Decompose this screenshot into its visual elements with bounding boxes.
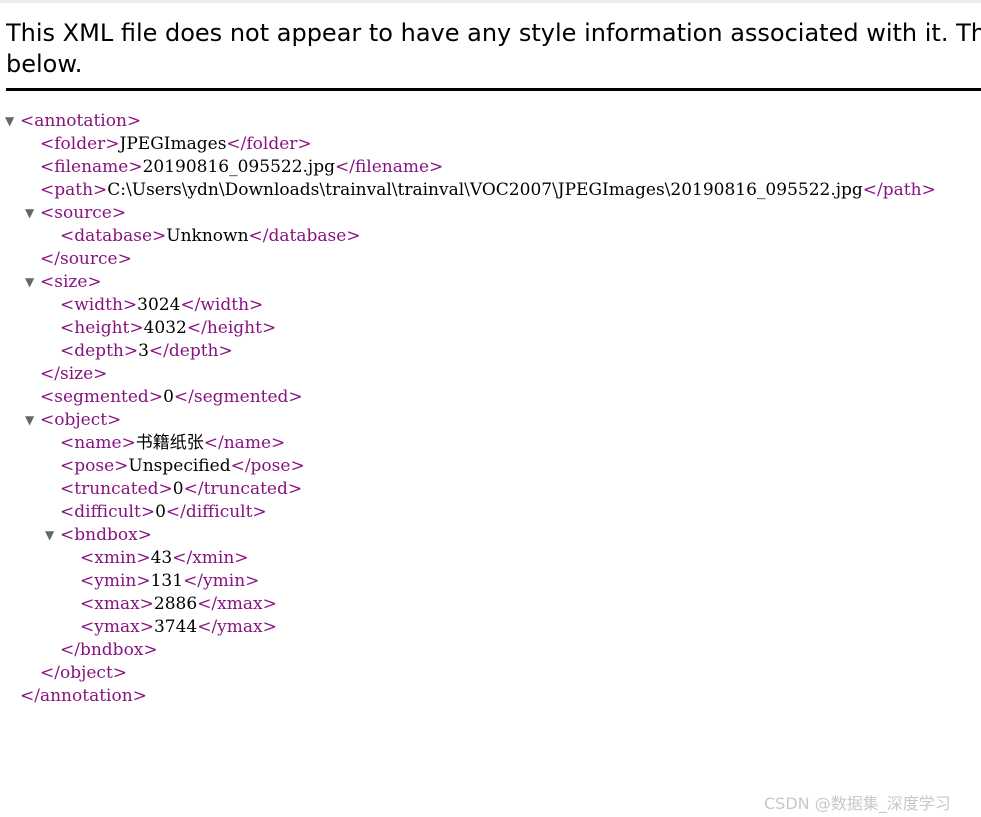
- difficult-value: 0: [155, 502, 166, 522]
- database-open-tag: <database>: [60, 226, 167, 246]
- segmented-open-tag: <segmented>: [40, 387, 164, 407]
- database-close-tag: </database>: [248, 226, 361, 246]
- size-open-line: <size>: [40, 271, 102, 294]
- difficult-line: <difficult>0</difficult>: [60, 501, 267, 524]
- xmax-value: 2886: [153, 594, 198, 614]
- path-open-tag: <path>: [40, 180, 108, 200]
- filename-open-tag: <filename>: [40, 157, 143, 177]
- ymin-line: <ymin>131</ymin>: [80, 570, 259, 593]
- ymax-close-tag: </ymax>: [197, 617, 277, 637]
- truncated-line: <truncated>0</truncated>: [60, 478, 302, 501]
- xmax-close-tag: </xmax>: [197, 594, 277, 614]
- ymax-value: 3744: [153, 617, 198, 637]
- xmin-line: <xmin>43</xmin>: [80, 547, 249, 570]
- path-close-tag: </path>: [862, 180, 936, 200]
- difficult-close-tag: </difficult>: [165, 502, 267, 522]
- pose-close-tag: </pose>: [230, 456, 305, 476]
- name-close-tag: </name>: [203, 433, 286, 453]
- depth-value: 3: [138, 341, 149, 361]
- source-open-tag: <source>: [40, 203, 127, 223]
- name-open-tag: <name>: [60, 433, 136, 453]
- size-close-line: </size>: [40, 363, 107, 386]
- xmin-value: 43: [150, 548, 173, 568]
- truncated-value: 0: [172, 479, 184, 499]
- collapse-toggle-source-icon[interactable]: ▼: [25, 202, 34, 225]
- height-line: <height>4032</height>: [60, 317, 276, 340]
- ymin-open-tag: <ymin>: [80, 571, 151, 591]
- width-open-tag: <width>: [60, 295, 138, 315]
- height-close-tag: </height>: [186, 318, 277, 338]
- database-value: Unknown: [166, 226, 249, 246]
- filename-line: <filename>20190816_095522.jpg</filename>: [40, 156, 443, 179]
- folder-value: JPEGImages: [119, 134, 227, 154]
- name-line: <name>书籍纸张</name>: [60, 432, 285, 455]
- segmented-value: 0: [163, 387, 174, 407]
- object-close-line: </object>: [40, 662, 127, 685]
- ymin-value: 131: [150, 571, 184, 591]
- source-close-tag: </source>: [40, 249, 132, 269]
- path-line: <path>C:\Users\ydn\Downloads\trainval\tr…: [40, 179, 936, 202]
- ymax-line: <ymax>3744</ymax>: [80, 616, 277, 639]
- xmin-open-tag: <xmin>: [80, 548, 151, 568]
- depth-open-tag: <depth>: [60, 341, 139, 361]
- annotation-open-tag: <annotation>: [20, 111, 142, 131]
- pose-open-tag: <pose>: [60, 456, 129, 476]
- folder-close-tag: </folder>: [226, 134, 312, 154]
- truncated-close-tag: </truncated>: [183, 479, 303, 499]
- xmin-close-tag: </xmin>: [172, 548, 249, 568]
- ymin-close-tag: </ymin>: [183, 571, 260, 591]
- xmax-open-tag: <xmax>: [80, 594, 154, 614]
- depth-line: <depth>3</depth>: [60, 340, 233, 363]
- width-line: <width>3024</width>: [60, 294, 263, 317]
- source-open-line: <source>: [40, 202, 126, 225]
- height-open-tag: <height>: [60, 318, 144, 338]
- xml-style-notice: This XML file does not appear to have an…: [6, 18, 981, 80]
- filename-value: 20190816_095522.jpg: [142, 157, 335, 177]
- annotation-open-line: <annotation>: [20, 110, 141, 133]
- notice-line-1: This XML file does not appear to have an…: [6, 19, 981, 47]
- bndbox-open-line: <bndbox>: [60, 524, 152, 547]
- difficult-open-tag: <difficult>: [60, 502, 156, 522]
- header-divider: [6, 88, 981, 91]
- annotation-close-line: </annotation>: [20, 685, 147, 708]
- top-bar: [0, 0, 981, 3]
- database-line: <database>Unknown</database>: [60, 225, 361, 248]
- object-close-tag: </object>: [40, 663, 128, 683]
- folder-open-tag: <folder>: [40, 134, 120, 154]
- pose-value: Unspecified: [128, 456, 231, 476]
- width-close-tag: </width>: [180, 295, 264, 315]
- path-value: C:\Users\ydn\Downloads\trainval\trainval…: [107, 180, 863, 200]
- name-value: 书籍纸张: [135, 433, 204, 453]
- bndbox-open-tag: <bndbox>: [60, 525, 152, 545]
- segmented-line: <segmented>0</segmented>: [40, 386, 303, 409]
- annotation-close-tag: </annotation>: [20, 686, 147, 706]
- csdn-watermark: CSDN @数据集_深度学习: [764, 794, 951, 813]
- notice-line-2: below.: [6, 50, 83, 78]
- folder-line: <folder>JPEGImages</folder>: [40, 133, 312, 156]
- filename-close-tag: </filename>: [334, 157, 444, 177]
- object-open-line: <object>: [40, 409, 121, 432]
- width-value: 3024: [137, 295, 181, 315]
- pose-line: <pose>Unspecified</pose>: [60, 455, 305, 478]
- collapse-toggle-annotation-icon[interactable]: ▼: [5, 110, 14, 133]
- source-close-line: </source>: [40, 248, 132, 271]
- height-value: 4032: [143, 318, 187, 338]
- xmax-line: <xmax>2886</xmax>: [80, 593, 277, 616]
- bndbox-close-line: </bndbox>: [60, 639, 158, 662]
- bndbox-close-tag: </bndbox>: [60, 640, 158, 660]
- collapse-toggle-object-icon[interactable]: ▼: [25, 409, 34, 432]
- truncated-open-tag: <truncated>: [60, 479, 173, 499]
- size-close-tag: </size>: [40, 364, 108, 384]
- segmented-close-tag: </segmented>: [173, 387, 303, 407]
- ymax-open-tag: <ymax>: [80, 617, 154, 637]
- size-open-tag: <size>: [40, 272, 102, 292]
- collapse-toggle-bndbox-icon[interactable]: ▼: [45, 524, 54, 547]
- object-open-tag: <object>: [40, 410, 122, 430]
- depth-close-tag: </depth>: [148, 341, 233, 361]
- collapse-toggle-size-icon[interactable]: ▼: [25, 271, 34, 294]
